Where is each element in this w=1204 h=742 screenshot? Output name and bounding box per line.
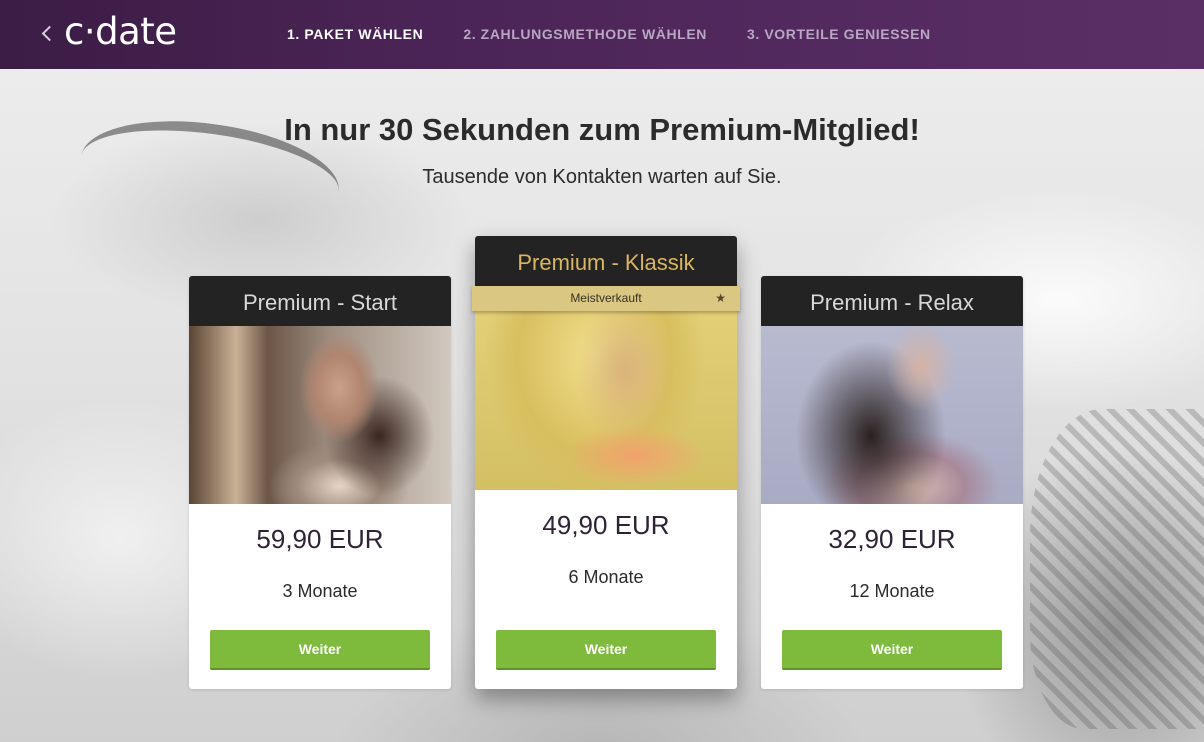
bestseller-badge: Meistverkauft ★ <box>472 286 740 311</box>
plan-card-start: Premium - Start 59,90 EUR 3 Monate Weite… <box>189 276 451 689</box>
continue-button-klassik[interactable]: Weiter <box>496 630 716 670</box>
checkout-steps: 1. PAKET WÄHLEN 2. ZAHLUNGSMETHODE WÄHLE… <box>287 26 931 42</box>
continue-button-start[interactable]: Weiter <box>210 630 430 670</box>
step-choose-payment: 2. ZAHLUNGSMETHODE WÄHLEN <box>463 26 707 42</box>
star-icon: ★ <box>715 291 726 305</box>
plan-duration: 6 Monate <box>568 567 644 587</box>
plan-photo <box>761 326 1023 504</box>
plan-price: 32,90 EUR <box>828 524 956 554</box>
back-chevron-icon[interactable] <box>40 25 54 45</box>
plan-duration: 12 Monate <box>849 581 935 601</box>
plan-title: Premium - Relax <box>761 276 1023 326</box>
plan-title: Premium - Start <box>189 276 451 326</box>
plan-price: 49,90 EUR <box>542 510 670 540</box>
page-subtitle: Tausende von Kontakten warten auf Sie. <box>422 166 782 188</box>
plan-photo <box>475 286 737 490</box>
step-choose-package: 1. PAKET WÄHLEN <box>287 26 424 42</box>
brand-logo[interactable]: c·date <box>64 10 177 54</box>
plan-photo <box>189 326 451 504</box>
continue-button-relax[interactable]: Weiter <box>782 630 1002 670</box>
plan-card-relax: Premium - Relax 32,90 EUR 12 Monate Weit… <box>761 276 1023 689</box>
top-navigation-bar: c·date 1. PAKET WÄHLEN 2. ZAHLUNGSMETHOD… <box>0 0 1204 69</box>
plan-card-klassik: Premium - Klassik Meistverkauft ★ 49,90 … <box>472 236 740 689</box>
plan-title: Premium - Klassik <box>475 236 737 286</box>
badge-label: Meistverkauft <box>570 291 642 305</box>
step-enjoy-benefits: 3. VORTEILE GENIESSEN <box>746 26 931 42</box>
page-title: In nur 30 Sekunden zum Premium-Mitglied! <box>284 112 920 147</box>
plan-price: 59,90 EUR <box>256 524 384 554</box>
plan-duration: 3 Monate <box>282 581 358 601</box>
